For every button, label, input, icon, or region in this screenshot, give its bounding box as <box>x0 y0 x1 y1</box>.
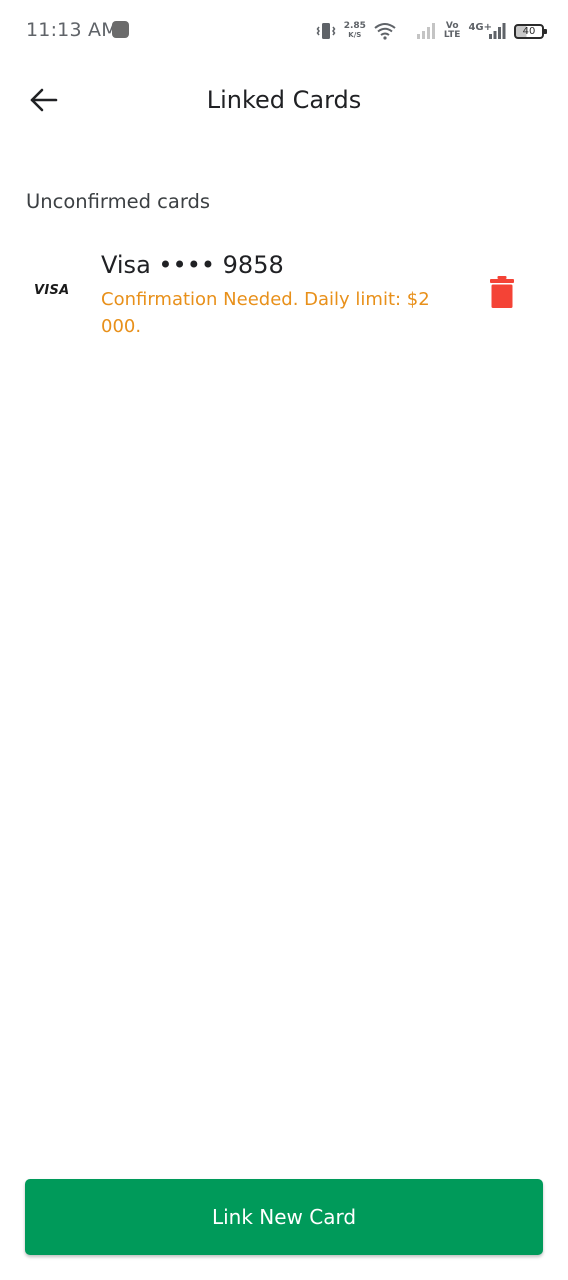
network-speed-unit: K/S <box>348 31 362 39</box>
battery-icon: 40 <box>514 23 547 39</box>
link-new-card-button[interactable]: Link New Card <box>25 1179 543 1255</box>
card-name: Visa •••• 9858 <box>101 251 284 279</box>
status-icons: 2.85 K/S Vo LTE 4G+ 40 <box>316 18 547 44</box>
volte-bottom: LTE <box>443 30 461 40</box>
signal-icon: 4G+ <box>468 22 506 39</box>
status-bar: 11:13 AM 2.85 K/S Vo LTE 4G+ 40 <box>0 0 568 62</box>
status-time: 11:13 AM <box>26 19 118 41</box>
trash-icon <box>490 276 514 312</box>
visa-logo: VISA <box>34 283 70 298</box>
page-title: Linked Cards <box>206 86 362 114</box>
volte-indicator: Vo LTE <box>444 22 461 40</box>
delete-card-button[interactable] <box>482 272 522 316</box>
network-speed-value: 2.85 <box>343 21 366 31</box>
card-status: Confirmation Needed. Daily limit: $2 000… <box>101 289 430 337</box>
battery-level: 40 <box>522 25 536 37</box>
network-speed: 2.85 K/S <box>344 22 366 40</box>
notification-app-icon <box>112 21 129 38</box>
wifi-icon <box>374 22 396 40</box>
signal-empty-icon <box>416 23 436 39</box>
top-app-bar: Linked Cards <box>0 62 568 142</box>
section-title-unconfirmed: Unconfirmed cards <box>26 190 211 213</box>
network-type: 4G+ <box>468 22 492 33</box>
card-list-item[interactable]: VISA Visa •••• 9858 Confirmation Needed.… <box>0 240 568 350</box>
vibrate-icon <box>316 22 336 40</box>
